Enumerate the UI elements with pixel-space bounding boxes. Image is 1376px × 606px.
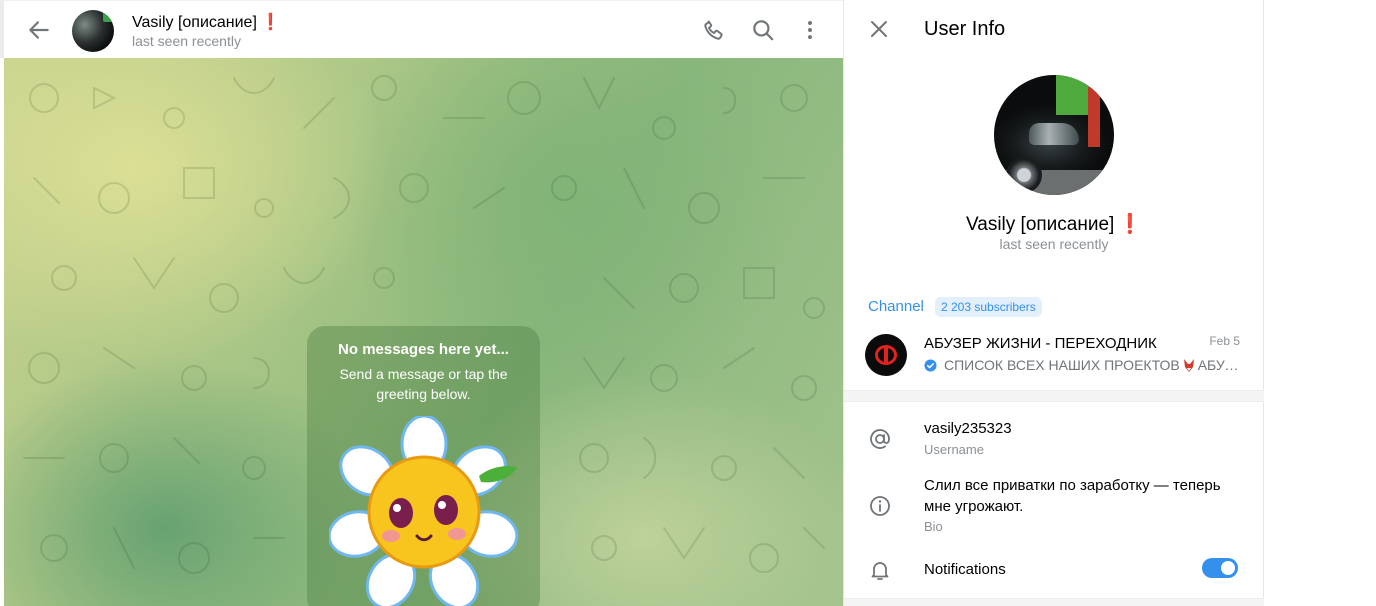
back-arrow-icon[interactable] bbox=[26, 17, 52, 43]
verified-check-icon bbox=[924, 359, 937, 372]
section-divider bbox=[844, 390, 1264, 402]
channel-preview-text: СПИСОК ВСЕХ НАШИХ ПРОЕКТОВ bbox=[944, 357, 1180, 373]
notifications-toggle[interactable] bbox=[1202, 558, 1238, 578]
profile-status: last seen recently bbox=[999, 236, 1109, 252]
profile-name: Vasily [описание] ❗ bbox=[844, 212, 1264, 236]
subscribers-badge: 2 203 subscribers bbox=[935, 297, 1042, 317]
bio-row[interactable]: Слил все приватки по заработку — теперь … bbox=[844, 475, 1264, 537]
empty-chat-greeting: No messages here yet... Send a message o… bbox=[307, 326, 540, 606]
telegram-window: Vasily [описание] ❗ last seen recently N… bbox=[0, 0, 1376, 606]
channel-last-message: СПИСОК ВСЕХ НАШИХ ПРОЕКТОВ АБУЗЕР ЖИЗНИ bbox=[944, 357, 1242, 373]
chat-status: last seen recently bbox=[132, 33, 241, 49]
close-icon[interactable] bbox=[867, 17, 891, 41]
fox-emoji-icon bbox=[1183, 359, 1194, 372]
channel-section-label: Channel bbox=[868, 298, 924, 315]
notifications-row[interactable]: Notifications bbox=[844, 558, 1264, 582]
channel-preview-tail: АБУЗЕР ЖИЗНИ bbox=[1197, 357, 1242, 373]
profile-photo[interactable] bbox=[994, 75, 1114, 195]
section-divider bbox=[844, 598, 1264, 606]
linked-channel-item[interactable]: АБУЗЕР ЖИЗНИ - ПЕРЕХОДНИК Feb 5 СПИСОК В… bbox=[844, 326, 1264, 386]
bio-caption: Bio bbox=[924, 519, 943, 534]
username-value: vasily235323 bbox=[924, 420, 1012, 437]
info-icon bbox=[870, 496, 890, 516]
profile-name-text: Vasily [описание] bbox=[966, 214, 1115, 235]
channel-date: Feb 5 bbox=[1209, 334, 1240, 348]
username-row[interactable]: vasily235323 Username bbox=[844, 418, 1264, 464]
empty-chat-title: No messages here yet... bbox=[338, 341, 509, 358]
chat-title-text: Vasily [описание] bbox=[132, 14, 257, 31]
empty-area bbox=[1264, 0, 1376, 606]
info-header: User Info bbox=[844, 0, 1264, 58]
at-sign-icon bbox=[870, 429, 890, 449]
chat-background: No messages here yet... Send a message o… bbox=[4, 58, 843, 606]
search-icon[interactable] bbox=[750, 17, 776, 43]
channel-avatar bbox=[865, 334, 907, 376]
bio-value: Слил все приватки по заработку — теперь … bbox=[924, 477, 1221, 515]
chat-header: Vasily [описание] ❗ last seen recently bbox=[0, 0, 843, 58]
more-vertical-icon[interactable] bbox=[797, 17, 823, 43]
empty-chat-subtitle: Send a message or tap the greeting below… bbox=[339, 366, 508, 402]
chat-pane: Vasily [описание] ❗ last seen recently N… bbox=[0, 0, 843, 606]
avatar[interactable] bbox=[72, 10, 114, 52]
phone-icon[interactable] bbox=[701, 17, 727, 43]
daisy-sticker-icon[interactable] bbox=[329, 416, 519, 606]
username-caption: Username bbox=[924, 442, 984, 457]
exclamation-icon: ❗ bbox=[260, 14, 281, 31]
panel-title: User Info bbox=[924, 18, 1006, 40]
user-info-panel: User Info Vasily [описание] ❗ last seen r… bbox=[843, 0, 1264, 606]
notifications-label: Notifications bbox=[924, 561, 1006, 578]
bell-icon bbox=[871, 562, 889, 580]
chat-title[interactable]: Vasily [описание] ❗ bbox=[132, 12, 281, 32]
channel-name: АБУЗЕР ЖИЗНИ - ПЕРЕХОДНИК bbox=[924, 335, 1157, 352]
exclamation-icon: ❗ bbox=[1118, 214, 1142, 235]
